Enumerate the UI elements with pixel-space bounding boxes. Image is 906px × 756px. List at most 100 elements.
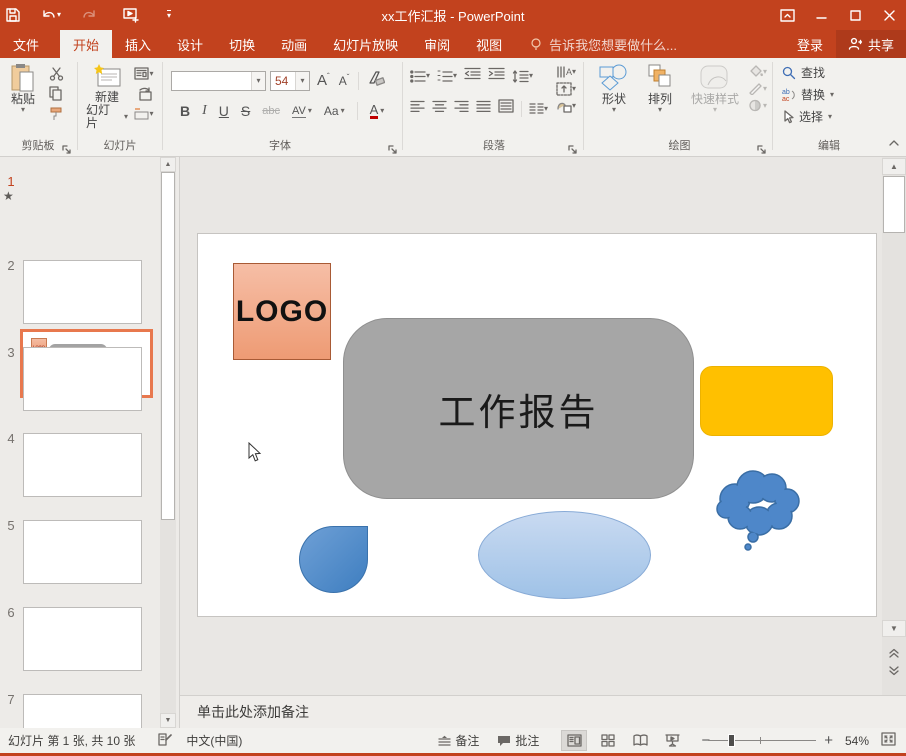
panel-scroll-up-button[interactable]: ▲: [160, 157, 176, 172]
arrange-button[interactable]: 排列 ▾: [640, 63, 680, 114]
tab-review[interactable]: 审阅: [411, 30, 463, 58]
copy-button[interactable]: [44, 84, 68, 103]
shapes-button[interactable]: 形状 ▾: [594, 63, 634, 114]
tell-me-box[interactable]: 告诉我您想要做什么...: [529, 35, 677, 54]
paragraph-dialog-launcher[interactable]: [568, 142, 578, 152]
tab-slideshow[interactable]: 幻灯片放映: [320, 30, 411, 58]
convert-smartart-button[interactable]: ▾: [556, 99, 576, 113]
tab-file[interactable]: 文件: [0, 30, 52, 58]
grow-font-button[interactable]: Aˆ: [317, 72, 330, 89]
clear-formatting-button[interactable]: [368, 70, 385, 91]
layout-button[interactable]: ▾: [132, 64, 156, 83]
slide-counter[interactable]: 幻灯片 第 1 张, 共 10 张: [8, 732, 135, 749]
text-direction-button[interactable]: A▾: [556, 65, 576, 79]
font-color-button[interactable]: A▾: [370, 104, 385, 119]
collapse-ribbon-button[interactable]: [888, 134, 900, 152]
align-center-button[interactable]: [432, 100, 447, 118]
zoom-in-button[interactable]: +: [824, 732, 833, 749]
replace-button[interactable]: abac 替换▾: [782, 86, 834, 103]
strikethrough-button[interactable]: S: [241, 103, 250, 119]
paste-caret[interactable]: ▾: [21, 106, 25, 114]
logo-shape[interactable]: LOGO: [233, 263, 331, 360]
zoom-slider-thumb[interactable]: [728, 734, 735, 747]
cut-button[interactable]: [44, 64, 68, 83]
fit-slide-to-window-button[interactable]: [881, 732, 896, 749]
find-button[interactable]: 查找: [782, 64, 834, 81]
shrink-font-button[interactable]: Aˇ: [339, 73, 350, 88]
zoom-level[interactable]: 54%: [845, 734, 869, 748]
italic-button[interactable]: I: [202, 103, 207, 119]
tab-design[interactable]: 设计: [164, 30, 216, 58]
drawing-dialog-launcher[interactable]: [757, 142, 767, 152]
language-indicator[interactable]: 中文(中国): [186, 732, 242, 749]
double-strike-button[interactable]: abc: [262, 105, 280, 117]
section-button[interactable]: ▾: [132, 104, 156, 123]
slide-thumbnail-5[interactable]: [23, 520, 142, 584]
undo-caret[interactable]: ▾: [57, 11, 61, 19]
save-button[interactable]: [0, 3, 26, 27]
title-shape[interactable]: 工作报告: [343, 318, 694, 499]
distribute-text-button[interactable]: [498, 99, 514, 118]
comments-toggle-button[interactable]: 批注: [497, 732, 539, 749]
slide-canvas[interactable]: LOGO 工作报告: [197, 233, 877, 617]
sign-in-button[interactable]: 登录: [784, 30, 836, 58]
yellow-rounded-rectangle-shape[interactable]: [700, 366, 833, 436]
change-case-button[interactable]: Aa▾: [324, 104, 345, 118]
columns-button[interactable]: ▾: [529, 102, 548, 115]
main-scrollbar-thumb[interactable]: [883, 176, 905, 233]
tab-transitions[interactable]: 切换: [216, 30, 268, 58]
panel-scrollbar-thumb[interactable]: [161, 172, 175, 520]
start-from-beginning-button[interactable]: [118, 3, 144, 27]
new-slide-button[interactable]: 新建 幻灯片▾: [86, 63, 128, 130]
maximize-button[interactable]: [838, 0, 872, 30]
decrease-indent-button[interactable]: [464, 67, 481, 85]
clipboard-dialog-launcher[interactable]: [62, 142, 72, 152]
slide-thumbnail-7[interactable]: [23, 694, 142, 728]
font-name-combo[interactable]: ▾: [171, 71, 266, 91]
tab-home[interactable]: 开始: [60, 30, 112, 58]
normal-view-button[interactable]: [561, 730, 587, 751]
paste-button[interactable]: 粘贴 ▾: [6, 63, 40, 114]
panel-scroll-down-button[interactable]: ▼: [160, 713, 176, 728]
slide-thumbnail-2[interactable]: [23, 260, 142, 324]
align-left-button[interactable]: [410, 100, 425, 118]
align-text-button[interactable]: ▾: [556, 82, 576, 96]
slide-thumbnail-3[interactable]: [23, 347, 142, 411]
increase-indent-button[interactable]: [488, 67, 505, 85]
minimize-button[interactable]: [804, 0, 838, 30]
spellcheck-icon[interactable]: [157, 732, 172, 750]
previous-slide-button[interactable]: [882, 645, 906, 661]
font-size-combo[interactable]: 54 ▾: [270, 71, 310, 91]
notes-toggle-button[interactable]: 备注: [438, 732, 479, 749]
tab-view[interactable]: 视图: [463, 30, 515, 58]
undo-button[interactable]: ▾: [34, 3, 68, 27]
line-spacing-button[interactable]: ▾: [512, 70, 533, 83]
ellipse-shape[interactable]: [478, 511, 651, 599]
notes-placeholder[interactable]: 单击此处添加备注: [197, 702, 309, 722]
underline-button[interactable]: U: [219, 103, 229, 119]
qat-customize-button[interactable]: ▾: [156, 3, 182, 27]
reading-view-button[interactable]: [627, 730, 653, 751]
main-scroll-up-button[interactable]: ▲: [882, 158, 906, 175]
slide-sorter-view-button[interactable]: [595, 730, 621, 751]
slide-thumbnail-6[interactable]: [23, 607, 142, 671]
bold-button[interactable]: B: [180, 103, 190, 119]
teardrop-shape[interactable]: [299, 526, 368, 593]
zoom-slider-track[interactable]: [708, 740, 816, 741]
reset-slide-button[interactable]: [132, 84, 156, 103]
next-slide-button[interactable]: [882, 662, 906, 678]
cloud-shape[interactable]: [707, 461, 807, 556]
character-spacing-button[interactable]: AV▾: [292, 105, 312, 118]
format-painter-button[interactable]: [44, 104, 68, 123]
tab-insert[interactable]: 插入: [112, 30, 164, 58]
align-right-button[interactable]: [454, 100, 469, 118]
ribbon-display-options-button[interactable]: [770, 0, 804, 30]
bullets-button[interactable]: ▾: [410, 70, 430, 83]
slide-thumbnail-4[interactable]: [23, 433, 142, 497]
numbering-button[interactable]: ▾: [437, 70, 457, 83]
close-button[interactable]: [872, 0, 906, 30]
font-dialog-launcher[interactable]: [388, 142, 398, 152]
main-scroll-down-button[interactable]: ▼: [882, 620, 906, 637]
notes-pane[interactable]: 单击此处添加备注: [180, 695, 906, 728]
tab-animations[interactable]: 动画: [268, 30, 320, 58]
